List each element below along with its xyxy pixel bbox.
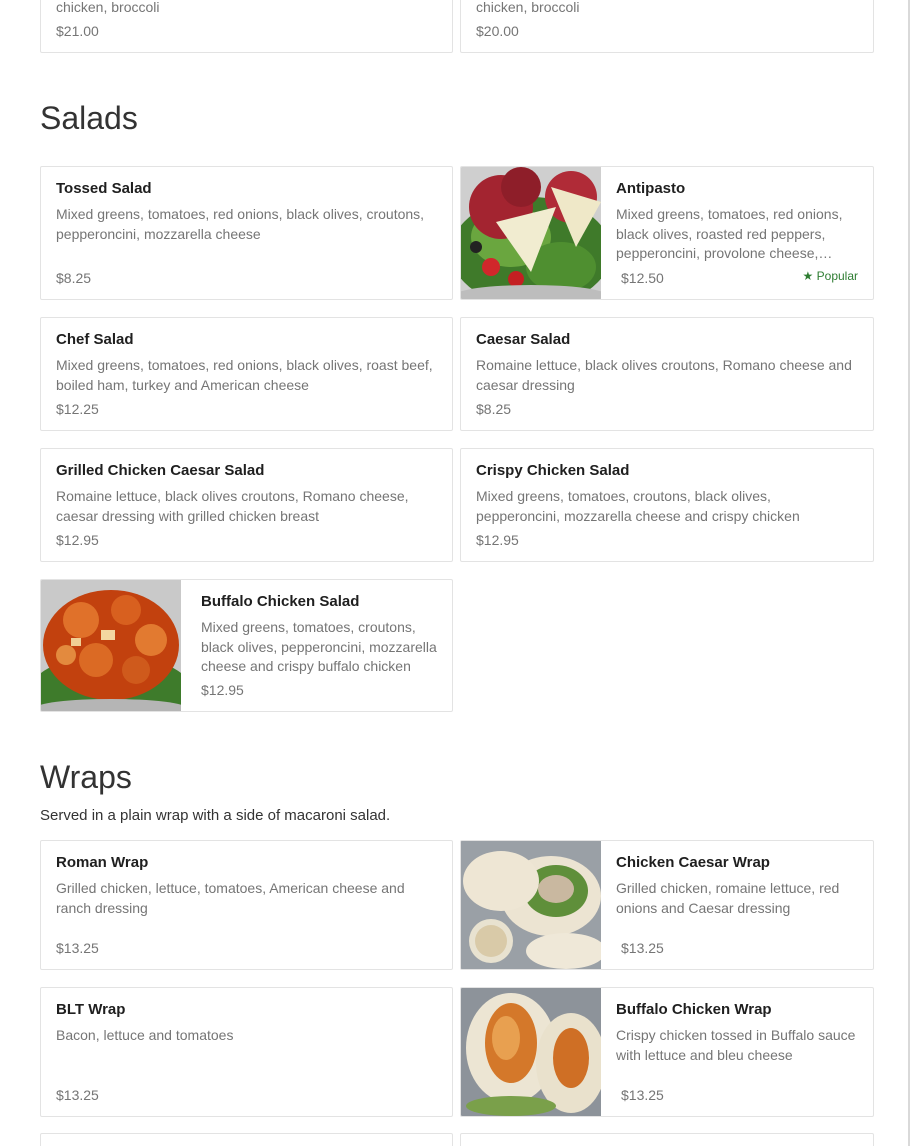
menu-item-crispy-chicken-salad[interactable]: Crispy Chicken Salad Mixed greens, tomat…	[460, 448, 874, 562]
menu-item-antipasto[interactable]: Antipasto Mixed greens, tomatoes, red on…	[460, 166, 874, 300]
item-name: Roman Wrap	[56, 854, 149, 871]
buffalo-chicken-salad-photo	[41, 580, 181, 711]
buffalo-chicken-wrap-photo	[461, 988, 601, 1116]
item-name: Chicken Caesar Wrap	[616, 854, 770, 871]
menu-item-grilled-chicken-caesar-salad[interactable]: Grilled Chicken Caesar Salad Romaine let…	[40, 448, 453, 562]
item-name: Grilled Chicken Caesar Salad	[56, 462, 265, 479]
item-description: Romaine lettuce, black olives croutons, …	[476, 357, 852, 393]
item-price: $13.25	[56, 940, 99, 956]
item-price: $20.00	[476, 23, 519, 39]
section-title-salads: Salads	[40, 100, 138, 136]
menu-item-blt-wrap[interactable]: BLT Wrap Bacon, lettuce and tomatoes $13…	[40, 987, 453, 1117]
menu-item-caesar-salad[interactable]: Caesar Salad Romaine lettuce, black oliv…	[460, 317, 874, 431]
item-description: Romaine lettuce, black olives croutons, …	[56, 488, 409, 524]
item-name: Caesar Salad	[476, 331, 571, 348]
item-price: $13.25	[56, 1087, 99, 1103]
item-price: $12.95	[201, 682, 244, 698]
menu-item-card[interactable]	[460, 1133, 874, 1146]
item-price: $8.25	[56, 270, 92, 286]
menu-item-chicken-caesar-wrap[interactable]: Chicken Caesar Wrap Grilled chicken, rom…	[460, 840, 874, 970]
item-price: $21.00	[56, 23, 99, 39]
menu-item-buffalo-chicken-wrap[interactable]: Buffalo Chicken Wrap Crispy chicken toss…	[460, 987, 874, 1117]
menu-item-chef-salad[interactable]: Chef Salad Mixed greens, tomatoes, red o…	[40, 317, 453, 431]
item-description: Mixed greens, tomatoes, red onions, blac…	[56, 206, 425, 242]
item-description: Mixed greens, tomatoes, red onions, blac…	[56, 357, 433, 393]
menu-item-card[interactable]	[40, 1133, 453, 1146]
item-description: Grilled chicken, lettuce, tomatoes, Amer…	[56, 880, 405, 916]
item-description: Crispy chicken tossed in Buffalo sauce w…	[616, 1027, 856, 1063]
menu-item-roman-wrap[interactable]: Roman Wrap Grilled chicken, lettuce, tom…	[40, 840, 453, 970]
item-price: $12.95	[56, 532, 99, 548]
item-name: Buffalo Chicken Salad	[201, 593, 360, 610]
chicken-caesar-wrap-photo	[461, 841, 601, 969]
item-name: Antipasto	[616, 180, 686, 197]
section-title-wraps: Wraps	[40, 759, 132, 795]
item-description: chicken, broccoli	[56, 0, 160, 15]
item-description: chicken, broccoli	[476, 0, 580, 15]
popular-badge: ★ Popular	[802, 269, 858, 283]
item-name: Crispy Chicken Salad	[476, 462, 630, 479]
section-subtitle: Served in a plain wrap with a side of ma…	[40, 807, 391, 824]
item-name: Tossed Salad	[56, 180, 152, 197]
item-description: Mixed greens, tomatoes, red onions, blac…	[616, 206, 843, 261]
item-name: BLT Wrap	[56, 1001, 126, 1018]
item-name: Buffalo Chicken Wrap	[616, 1001, 772, 1018]
menu-item-card[interactable]: chicken, broccoli $21.00	[40, 0, 453, 53]
menu-item-tossed-salad[interactable]: Tossed Salad Mixed greens, tomatoes, red…	[40, 166, 453, 300]
menu-item-card[interactable]: chicken, broccoli $20.00	[460, 0, 874, 53]
item-price: $12.50	[621, 270, 664, 286]
item-price: $12.95	[476, 532, 519, 548]
item-price: $13.25	[621, 1087, 664, 1103]
item-name: Chef Salad	[56, 331, 134, 348]
antipasto-photo	[461, 167, 601, 299]
item-price: $13.25	[621, 940, 664, 956]
item-description: Grilled chicken, romaine lettuce, red on…	[616, 880, 840, 916]
item-description: Bacon, lettuce and tomatoes	[56, 1027, 234, 1043]
item-price: $12.25	[56, 401, 99, 417]
menu-item-buffalo-chicken-salad[interactable]: Buffalo Chicken Salad Mixed greens, toma…	[40, 579, 453, 712]
item-price: $8.25	[476, 401, 512, 417]
item-description: Mixed greens, tomatoes, croutons, black …	[476, 488, 800, 524]
item-description: Mixed greens, tomatoes, croutons, black …	[201, 619, 437, 674]
